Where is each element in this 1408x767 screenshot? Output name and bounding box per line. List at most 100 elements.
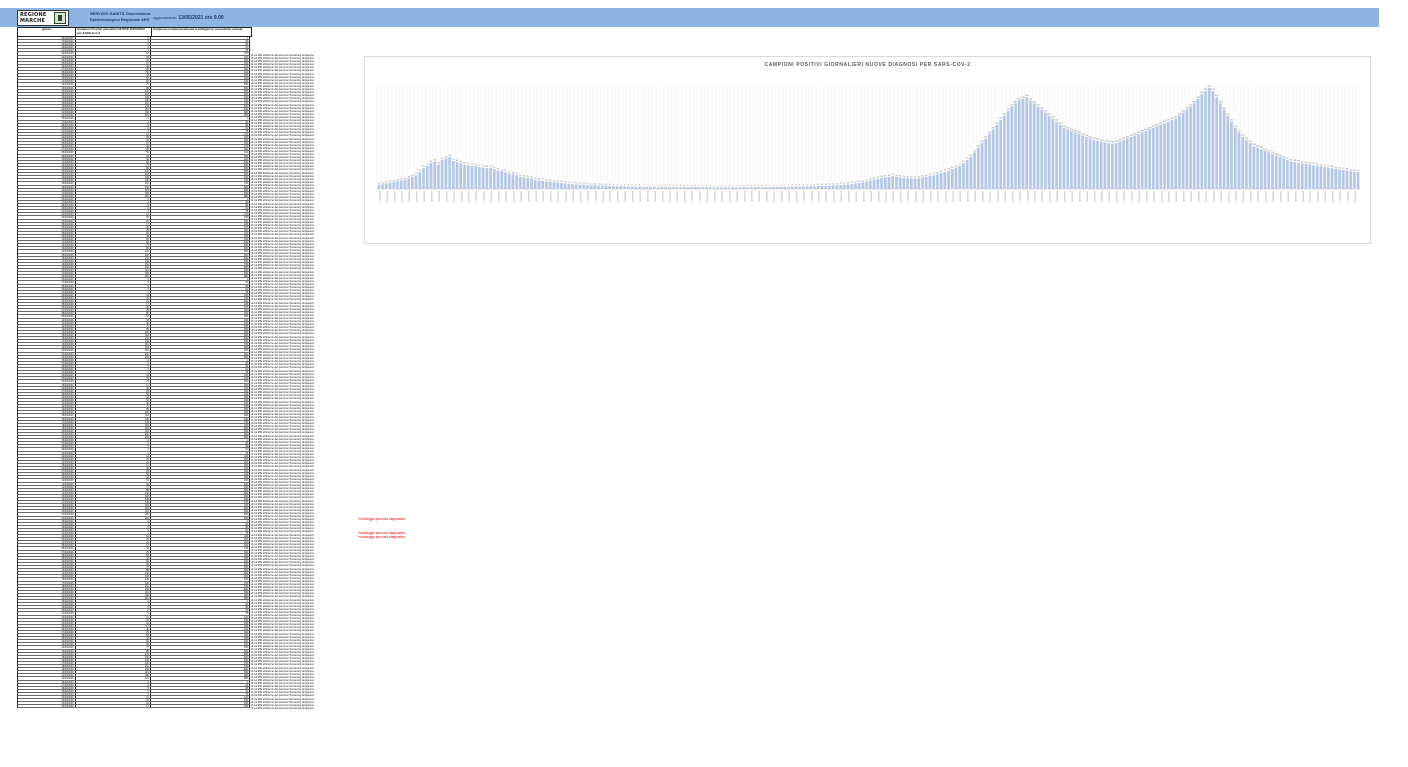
table-cell: 77 xyxy=(76,324,151,327)
chart-bar xyxy=(1140,132,1144,189)
table-cell: 201 xyxy=(76,677,151,680)
chart-bar xyxy=(463,164,466,189)
table-cell: 2 xyxy=(76,680,151,683)
x-tick-label: 01/03/2020 xyxy=(877,191,879,203)
table-cell: 950 xyxy=(244,114,248,117)
table-cell: 120 xyxy=(244,695,248,699)
table-cell: 03/03/2020 xyxy=(18,377,76,380)
table-cell: 13/03/2020 xyxy=(18,408,76,411)
table-cell: 14/03/2020 xyxy=(18,572,76,575)
table-cell: 25 xyxy=(76,148,151,151)
x-tick-label: 13/03/2020 xyxy=(534,191,536,203)
data-label: 50 xyxy=(508,172,511,174)
table-cell: 310 xyxy=(244,634,248,637)
x-tick-label: 28/02/2020 xyxy=(1160,191,1162,203)
table-cell: 78 xyxy=(245,290,248,293)
table-cell: 4 xyxy=(76,442,151,445)
data-label: 18 xyxy=(385,181,388,183)
logo-text: REGIONE MARCHE xyxy=(20,12,47,24)
table-cell: 29/02/2020 xyxy=(18,287,76,290)
table-cell: 07/03/2020 xyxy=(18,550,76,553)
table-cell: 04/03/2020 xyxy=(18,139,76,142)
data-label: 76 xyxy=(475,164,478,166)
table-cell: 22/03/2020 xyxy=(18,677,76,680)
table-cell: 91 xyxy=(245,126,248,129)
table-cell: 150 xyxy=(244,618,248,621)
data-label: 65 xyxy=(493,167,496,169)
chart-bar xyxy=(455,162,459,189)
table-cell: 840 xyxy=(244,108,248,111)
col-header-esaminati[interactable]: Campioni complessivamente testati(giorno… xyxy=(152,27,251,36)
table-cell: 151 xyxy=(76,101,151,105)
data-label: 20 xyxy=(858,181,861,183)
x-tick-label: 15/03/2020 xyxy=(1123,191,1125,203)
chart-bar xyxy=(991,129,995,189)
chart-bar xyxy=(1055,121,1058,189)
table-cell: 06/03/2020 xyxy=(18,306,76,309)
chart-bar xyxy=(507,173,511,189)
chart-bar xyxy=(608,185,612,189)
org-line-2: Epidemiologico Regionale ARS xyxy=(90,17,150,22)
table-cell: 89 xyxy=(76,649,151,652)
table-cell: 40 xyxy=(76,64,151,67)
table-cell: 181 xyxy=(76,590,151,593)
chart-bar xyxy=(1170,120,1174,189)
table-cell: 450 xyxy=(244,324,248,327)
table-cell: 10/03/2020 xyxy=(18,640,76,643)
chart-bar xyxy=(1058,124,1062,189)
table-cell: 91 xyxy=(245,287,248,290)
chart-bar xyxy=(1144,130,1148,189)
chart-bar xyxy=(969,156,973,189)
x-tick-label: 17/03/2020 xyxy=(452,191,454,203)
chart-bar xyxy=(1274,155,1278,189)
chart-bar xyxy=(1081,135,1084,189)
col-header-giorno[interactable]: giorno xyxy=(18,27,76,36)
chart-bar xyxy=(560,182,563,189)
table-cell: 02/03/2020 xyxy=(18,52,76,55)
chart-bar xyxy=(1073,132,1077,189)
x-tick-label: 01/03/2020 xyxy=(780,191,782,203)
table-cell: 15 xyxy=(76,55,151,58)
chart-bar xyxy=(1096,140,1099,189)
table-cell: 1 xyxy=(76,290,151,293)
table-cell: 60 xyxy=(76,562,151,566)
table-cell: 27/02/2020 xyxy=(18,683,76,686)
data-label: 6 xyxy=(766,185,768,187)
table-cell: 77 xyxy=(76,83,151,86)
table-cell: 15 xyxy=(76,618,151,621)
table-cell: 27/02/2020 xyxy=(18,361,76,364)
table-cell: 270 xyxy=(244,627,248,630)
table-cell: 91 xyxy=(245,689,248,692)
data-label: 33 xyxy=(877,177,880,179)
x-tick-label: 13/03/2020 xyxy=(1212,191,1214,203)
table-cell: 24 xyxy=(76,139,151,142)
x-tick-label: 19/03/2020 xyxy=(944,191,946,203)
chart-bar xyxy=(1241,137,1245,189)
data-label: 28 xyxy=(869,178,872,180)
x-tick-label: 28/02/2020 xyxy=(1063,191,1065,203)
data-label: 8 xyxy=(624,185,626,187)
x-tick-label: 15/03/2020 xyxy=(832,191,834,203)
table-cell: 89 xyxy=(76,488,151,491)
chart-bar xyxy=(962,163,965,189)
table-cell: 200 xyxy=(244,139,248,142)
x-tick-label: 01/03/2020 xyxy=(490,191,492,203)
col-header-positivi[interactable]: Campioni Positivi giornalieri NUOVE DIAG… xyxy=(76,27,152,36)
table-cell: 700 xyxy=(244,340,248,343)
x-tick-label: 09/03/2020 xyxy=(1294,191,1296,203)
data-label: 58 xyxy=(1350,169,1353,171)
chart-bar xyxy=(571,184,574,189)
chart-bar xyxy=(526,177,530,189)
chart-bar xyxy=(1278,156,1282,189)
table-cell: 181 xyxy=(76,269,151,272)
table-cell: 900 xyxy=(244,111,248,114)
table-cell: 310 xyxy=(244,392,248,395)
data-label: 28 xyxy=(538,178,541,180)
table-cell: 900 xyxy=(244,513,248,516)
table-cell: 26/02/2020 xyxy=(18,358,76,361)
table-cell: 17 xyxy=(76,544,151,547)
x-tick-label: 28/02/2020 xyxy=(1257,191,1259,203)
org-title: SERVIZIO SANITÀ Osservatorio Epidemiolog… xyxy=(90,11,150,23)
table-cell: 13/03/2020 xyxy=(18,488,76,491)
chart-bar xyxy=(604,185,608,189)
